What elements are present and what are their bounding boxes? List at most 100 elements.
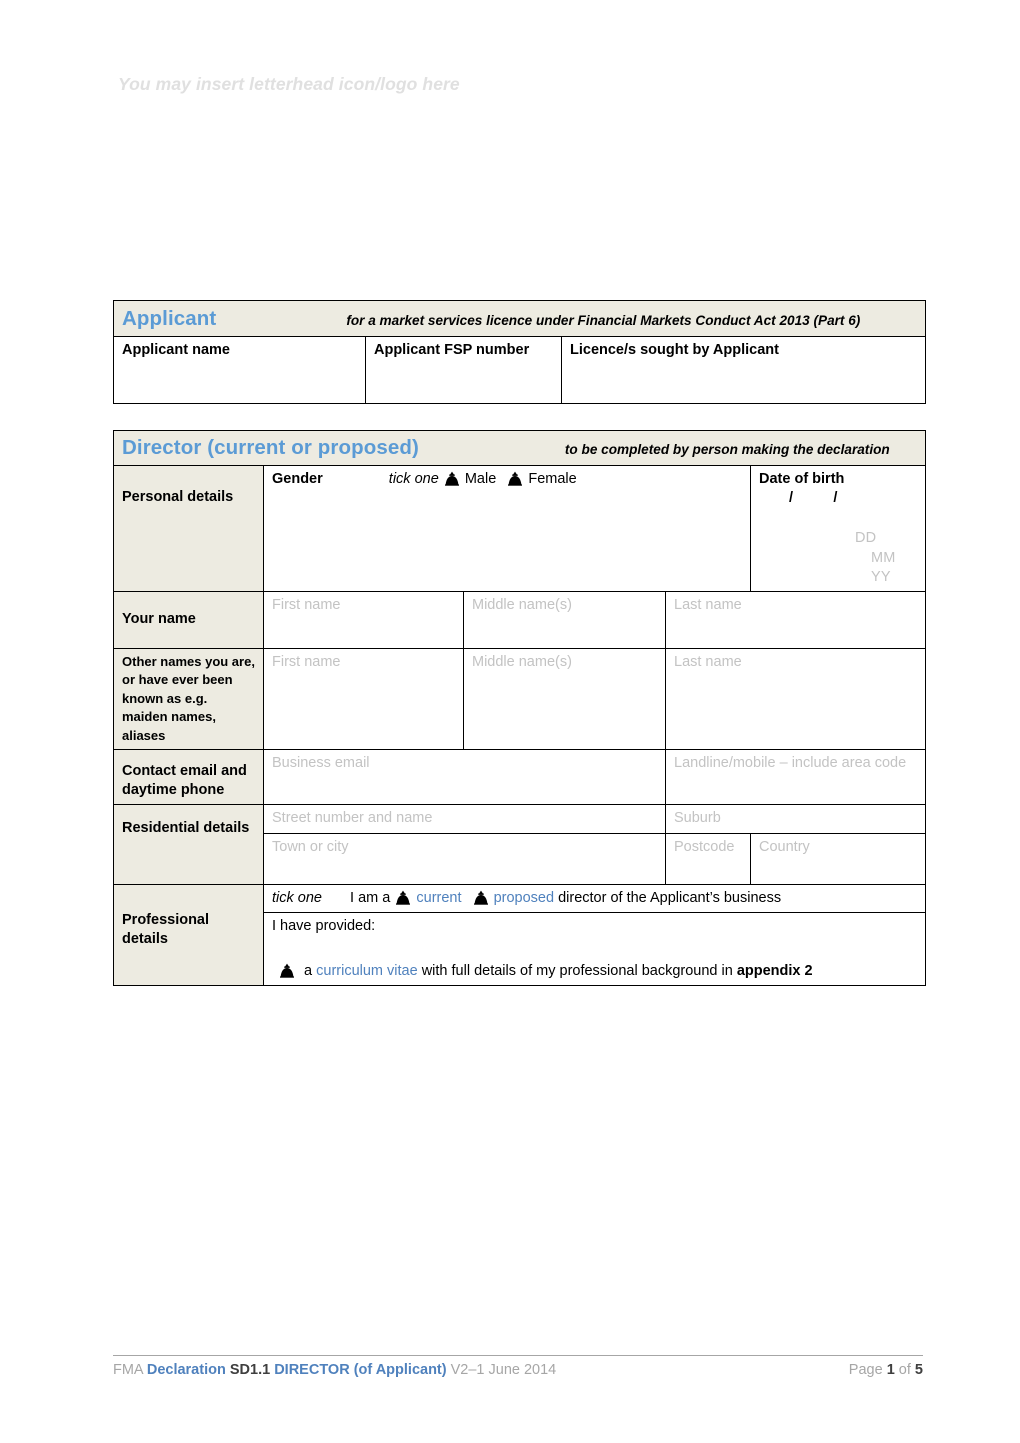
dob-hint-yy: YY — [871, 568, 891, 585]
professional-lead-text: I am a — [350, 889, 391, 906]
professional-tail-text: director of the Applicant’s business — [558, 889, 782, 906]
other-names-label-text: Other names you are, or have ever been k… — [122, 653, 255, 743]
current-director-label: current — [416, 889, 462, 906]
personal-details-label: Personal details — [113, 465, 264, 592]
letterhead-placeholder: You may insert letterhead icon/logo here — [118, 74, 460, 94]
footer-of-word: of — [898, 1362, 911, 1378]
middle-name-placeholder: Middle name(s) — [472, 596, 572, 613]
applicant-name-label: Applicant name — [122, 342, 230, 359]
page-footer: FMA Declaration SD1.1 DIRECTOR (of Appli… — [113, 1362, 923, 1378]
footer-page-total: 5 — [914, 1362, 923, 1378]
country-placeholder: Country — [759, 838, 810, 855]
first-name-placeholder: First name — [272, 596, 341, 613]
footer-org: FMA — [113, 1362, 143, 1378]
footer-page-word: Page — [848, 1362, 883, 1378]
applicant-licence-label: Licence/s sought by Applicant — [570, 342, 779, 359]
gender-label: Gender — [272, 471, 323, 488]
dob-hint-mm: MM — [871, 549, 896, 566]
curriculum-vitae-checkbox-icon[interactable] — [280, 963, 294, 978]
last-name-placeholder: Last name — [674, 596, 742, 613]
other-first-name-placeholder: First name — [272, 653, 341, 670]
personal-details-row: Personal details Gender tick one Male Fe… — [113, 465, 927, 592]
business-email-input[interactable]: Business email — [263, 749, 666, 806]
gender-female-label: Female — [528, 471, 577, 488]
contact-label: Contact email and daytime phone — [113, 749, 264, 806]
director-band: Director (current or proposed) to be com… — [112, 429, 927, 467]
your-name-label-text: Your name — [122, 610, 196, 627]
proposed-director-label: proposed — [493, 889, 555, 906]
applicant-table: Applicant for a market services licence … — [112, 299, 927, 405]
your-name-row: Your name First name Middle name(s) Last… — [113, 590, 927, 649]
director-status-cell[interactable]: tick one I am a current proposed directo… — [262, 883, 927, 913]
contact-row: Contact email and daytime phone Business… — [113, 749, 927, 806]
phone-placeholder: Landline/mobile – include area code — [674, 755, 907, 772]
gender-female-checkbox-icon[interactable] — [508, 471, 523, 486]
applicant-fsp-cell[interactable]: Applicant FSP number — [365, 336, 562, 405]
postcode-input[interactable]: Postcode — [665, 832, 751, 885]
provided-item-description: with full details of my professional bac… — [421, 962, 733, 979]
date-of-birth-label: Date of birth — [759, 471, 845, 488]
applicant-band-row: Applicant for a market services licence … — [112, 299, 927, 338]
other-names-row: Other names you are, or have ever been k… — [113, 647, 927, 751]
provided-item-appendix: appendix 2 — [736, 962, 813, 979]
date-of-birth-separators: / / — [789, 490, 838, 507]
provided-documents-cell[interactable]: I have provided: a curriculum vitae with… — [262, 911, 927, 986]
provided-intro-text: I have provided: — [272, 917, 376, 934]
residential-details-label: Residential details — [113, 804, 264, 885]
applicant-name-cell[interactable]: Applicant name — [113, 336, 366, 405]
dob-hint-dd: DD — [855, 530, 877, 547]
residential-details-label-text: Residential details — [122, 820, 250, 837]
professional-details-label: Professional details — [113, 883, 264, 986]
footer-divider — [113, 1355, 923, 1356]
business-email-placeholder: Business email — [272, 755, 370, 772]
footer-version: V2–1 June 2014 — [450, 1362, 557, 1378]
curriculum-vitae-link[interactable]: curriculum vitae — [316, 963, 418, 979]
other-first-name-input[interactable]: First name — [263, 647, 464, 751]
director-table: Director (current or proposed) to be com… — [112, 429, 927, 986]
town-placeholder: Town or city — [272, 838, 349, 855]
last-name-input[interactable]: Last name — [664, 590, 927, 649]
current-director-checkbox-icon[interactable] — [396, 890, 411, 905]
proposed-director-checkbox-icon[interactable] — [473, 890, 488, 905]
footer-pagination: Page 1 of 5 — [849, 1362, 923, 1378]
other-last-name-input[interactable]: Last name — [664, 647, 927, 751]
provided-item-article: a — [304, 962, 313, 979]
applicant-band: Applicant for a market services licence … — [112, 299, 927, 338]
residential-street-row: Residential details Street number and na… — [113, 804, 927, 885]
middle-name-input[interactable]: Middle name(s) — [463, 590, 666, 649]
gender-cell[interactable]: Gender tick one Male Female — [263, 465, 751, 592]
director-band-row: Director (current or proposed) to be com… — [112, 429, 927, 467]
footer-doc-type: Declaration — [146, 1362, 226, 1378]
applicant-fields-row: Applicant name Applicant FSP number Lice… — [113, 336, 927, 405]
director-band-subtitle: to be completed by person making the dec… — [564, 442, 890, 457]
professional-tick-one-hint: tick one — [272, 889, 322, 906]
gender-tick-one-hint: tick one — [388, 471, 439, 488]
footer-left: FMA Declaration SD1.1 DIRECTOR (of Appli… — [113, 1362, 556, 1378]
professional-details-label-text: Professional details — [122, 911, 210, 947]
other-middle-name-input[interactable]: Middle name(s) — [463, 647, 666, 751]
applicant-band-title: Applicant — [122, 307, 217, 330]
first-name-input[interactable]: First name — [263, 590, 464, 649]
other-names-label: Other names you are, or have ever been k… — [113, 647, 264, 751]
street-input[interactable]: Street number and name — [263, 804, 666, 834]
country-input[interactable]: Country — [749, 832, 927, 885]
other-middle-name-placeholder: Middle name(s) — [472, 653, 572, 670]
gender-male-checkbox-icon[interactable] — [444, 471, 459, 486]
phone-input[interactable]: Landline/mobile – include area code — [664, 749, 927, 806]
town-input[interactable]: Town or city — [263, 832, 666, 885]
applicant-fsp-label: Applicant FSP number — [374, 342, 530, 359]
date-of-birth-cell[interactable]: Date of birth / / DD MM YY — [749, 465, 927, 592]
footer-doc-role: DIRECTOR (of Applicant) — [274, 1362, 447, 1378]
personal-details-label-text: Personal details — [122, 489, 234, 506]
street-placeholder: Street number and name — [272, 810, 433, 827]
suburb-placeholder: Suburb — [674, 810, 721, 827]
suburb-input[interactable]: Suburb — [664, 804, 927, 834]
gender-male-label: Male — [464, 471, 497, 488]
postcode-placeholder: Postcode — [674, 838, 735, 855]
contact-label-text: Contact email and daytime phone — [122, 763, 247, 799]
applicant-band-subtitle: for a market services licence under Fina… — [346, 313, 861, 328]
your-name-label: Your name — [113, 590, 264, 649]
applicant-licence-cell[interactable]: Licence/s sought by Applicant — [560, 336, 927, 405]
footer-page-number: 1 — [886, 1362, 895, 1378]
footer-doc-code: SD1.1 — [229, 1362, 271, 1378]
